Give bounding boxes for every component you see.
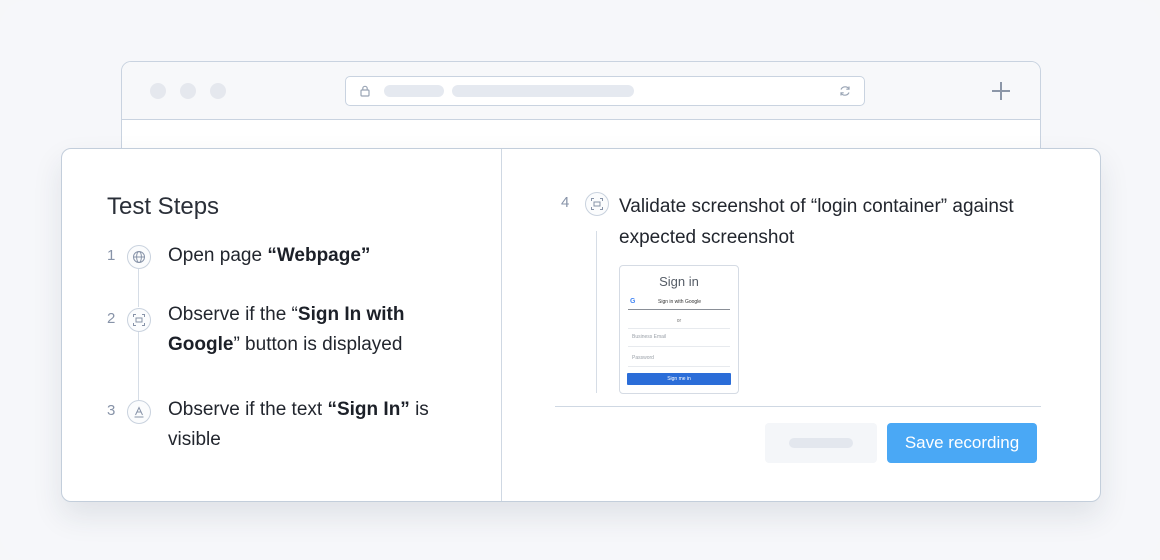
- thumb-google-button: G Sign in with Google: [628, 297, 730, 310]
- step-connector: [138, 269, 139, 307]
- step-connector: [596, 231, 597, 393]
- validation-step-text: Validate screenshot of “login container”…: [619, 196, 1014, 248]
- button-label-placeholder: [789, 438, 853, 448]
- thumb-divider: [628, 346, 730, 347]
- screenshot-frame-icon: [585, 192, 609, 216]
- url-placeholder: [384, 85, 444, 97]
- reload-icon[interactable]: [838, 84, 852, 98]
- thumb-sign-in-button: Sign me in: [627, 373, 731, 385]
- new-tab-icon[interactable]: [990, 80, 1012, 102]
- thumb-or: or: [676, 318, 682, 324]
- thumb-password-field: Password: [632, 355, 654, 361]
- browser-toolbar: [122, 62, 1040, 120]
- thumb-divider: [628, 366, 730, 367]
- step-number: 2: [107, 310, 116, 327]
- test-steps-title: Test Steps: [107, 193, 220, 220]
- google-icon: G: [630, 298, 636, 305]
- step-number: 4: [561, 194, 570, 211]
- step-3-text: Observe if the text “Sign In” is visible: [168, 395, 458, 455]
- step-connector: [138, 330, 139, 400]
- window-control-dot[interactable]: [150, 83, 166, 99]
- thumb-title: Sign in: [659, 274, 699, 289]
- screenshot-frame-icon: [127, 308, 151, 332]
- step-2-suffix: ” button is displayed: [233, 334, 403, 355]
- step-1-text: Open page “Webpage”: [168, 241, 468, 271]
- test-recording-card: Test Steps 1 Open page “Webpage” 2 Obser…: [61, 148, 1101, 502]
- thumb-google-label: Sign in with Google: [658, 299, 702, 305]
- globe-icon: [127, 245, 151, 269]
- secondary-button[interactable]: [765, 423, 877, 463]
- step-number: 3: [107, 402, 116, 419]
- step-3-prefix: Observe if the text: [168, 399, 328, 420]
- actions-divider: [555, 406, 1041, 407]
- expected-screenshot-thumbnail[interactable]: Sign in G Sign in with Google or Busines…: [619, 265, 739, 394]
- save-recording-button[interactable]: Save recording: [887, 423, 1037, 463]
- address-bar[interactable]: [345, 76, 865, 106]
- step-2-prefix: Observe if the “: [168, 304, 298, 325]
- step-1-bold: “Webpage”: [267, 245, 371, 266]
- lock-icon: [360, 85, 370, 97]
- window-control-dot[interactable]: [180, 83, 196, 99]
- thumb-email-field: Business Email: [632, 334, 667, 340]
- step-1-prefix: Open page: [168, 245, 268, 266]
- step-2-text: Observe if the “Sign In with Google” but…: [168, 300, 468, 360]
- url-placeholder: [452, 85, 634, 97]
- window-control-dot[interactable]: [210, 83, 226, 99]
- text-a-icon: [127, 400, 151, 424]
- step-3-bold: “Sign In”: [327, 399, 410, 420]
- thumb-divider: [628, 328, 730, 329]
- column-divider: [501, 149, 502, 501]
- step-number: 1: [107, 247, 116, 264]
